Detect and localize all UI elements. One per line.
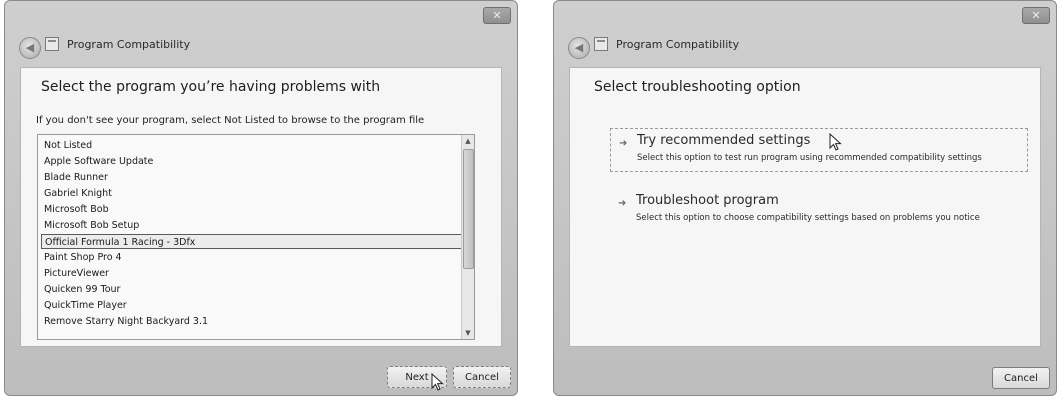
page-heading: Select the program you’re having problem… [41,79,381,95]
program-compatibility-icon [594,37,608,51]
list-item[interactable]: PictureViewer [41,266,465,281]
list-item[interactable]: Microsoft Bob [41,202,465,217]
title-bar: ✕ ◀ Program Compatibility [554,1,1056,65]
back-arrow-icon[interactable]: ◀ [568,37,590,59]
list-item[interactable]: Remove Starry Night Backyard 3.1 [41,314,465,329]
option-arrow-icon: ➜ [619,138,628,149]
list-item[interactable]: Gabriel Knight [41,186,465,201]
cancel-button[interactable]: Cancel [992,367,1050,389]
close-button[interactable]: ✕ [483,7,511,24]
scroll-thumb[interactable] [463,149,474,269]
option-title: Troubleshoot program [636,193,779,208]
program-compatibility-icon [45,37,59,51]
list-item-selected[interactable]: Official Formula 1 Racing - 3Dfx [41,234,465,249]
close-button[interactable]: ✕ [1022,7,1050,24]
scroll-up-icon[interactable]: ▲ [462,135,474,147]
program-list[interactable]: Not Listed Apple Software Update Blade R… [37,134,475,340]
window-title: Program Compatibility [67,38,191,51]
title-bar: ✕ ◀ Program Compatibility [5,1,517,65]
list-item[interactable]: Paint Shop Pro 4 [41,250,465,265]
list-scrollbar[interactable]: ▲ ▼ [461,135,474,339]
content-panel: Select the program you’re having problem… [20,67,502,347]
cancel-button[interactable]: Cancel [453,366,511,388]
list-item[interactable]: Apple Software Update [41,154,465,169]
list-item[interactable]: Not Listed [41,138,465,153]
option-title: Try recommended settings [637,133,811,148]
program-compatibility-window-right: ✕ ◀ Program Compatibility Select trouble… [553,0,1057,396]
page-heading: Select troubleshooting option [594,79,801,95]
troubleshoot-program-option[interactable]: ➜ Troubleshoot program Select this optio… [610,190,1022,230]
list-item[interactable]: Blade Runner [41,170,465,185]
mouse-cursor-icon [431,373,444,391]
scroll-down-icon[interactable]: ▼ [462,327,474,339]
option-description: Select this option to test run program u… [637,153,982,163]
mouse-cursor-icon [829,133,842,151]
list-item[interactable]: Quicken 99 Tour [41,282,465,297]
program-compatibility-window-left: ✕ ◀ Program Compatibility Select the pro… [4,0,518,396]
list-item[interactable]: QuickTime Player [41,298,465,313]
try-recommended-settings-option[interactable]: ➜ Try recommended settings Select this o… [610,128,1028,172]
option-arrow-icon: ➜ [618,198,627,209]
content-panel: Select troubleshooting option ➜ Try reco… [569,67,1041,347]
window-title: Program Compatibility [616,38,740,51]
instruction-text: If you don't see your program, select No… [36,115,425,126]
back-arrow-icon[interactable]: ◀ [19,37,41,59]
list-item[interactable]: Microsoft Bob Setup [41,218,465,233]
option-description: Select this option to choose compatibili… [636,213,980,223]
